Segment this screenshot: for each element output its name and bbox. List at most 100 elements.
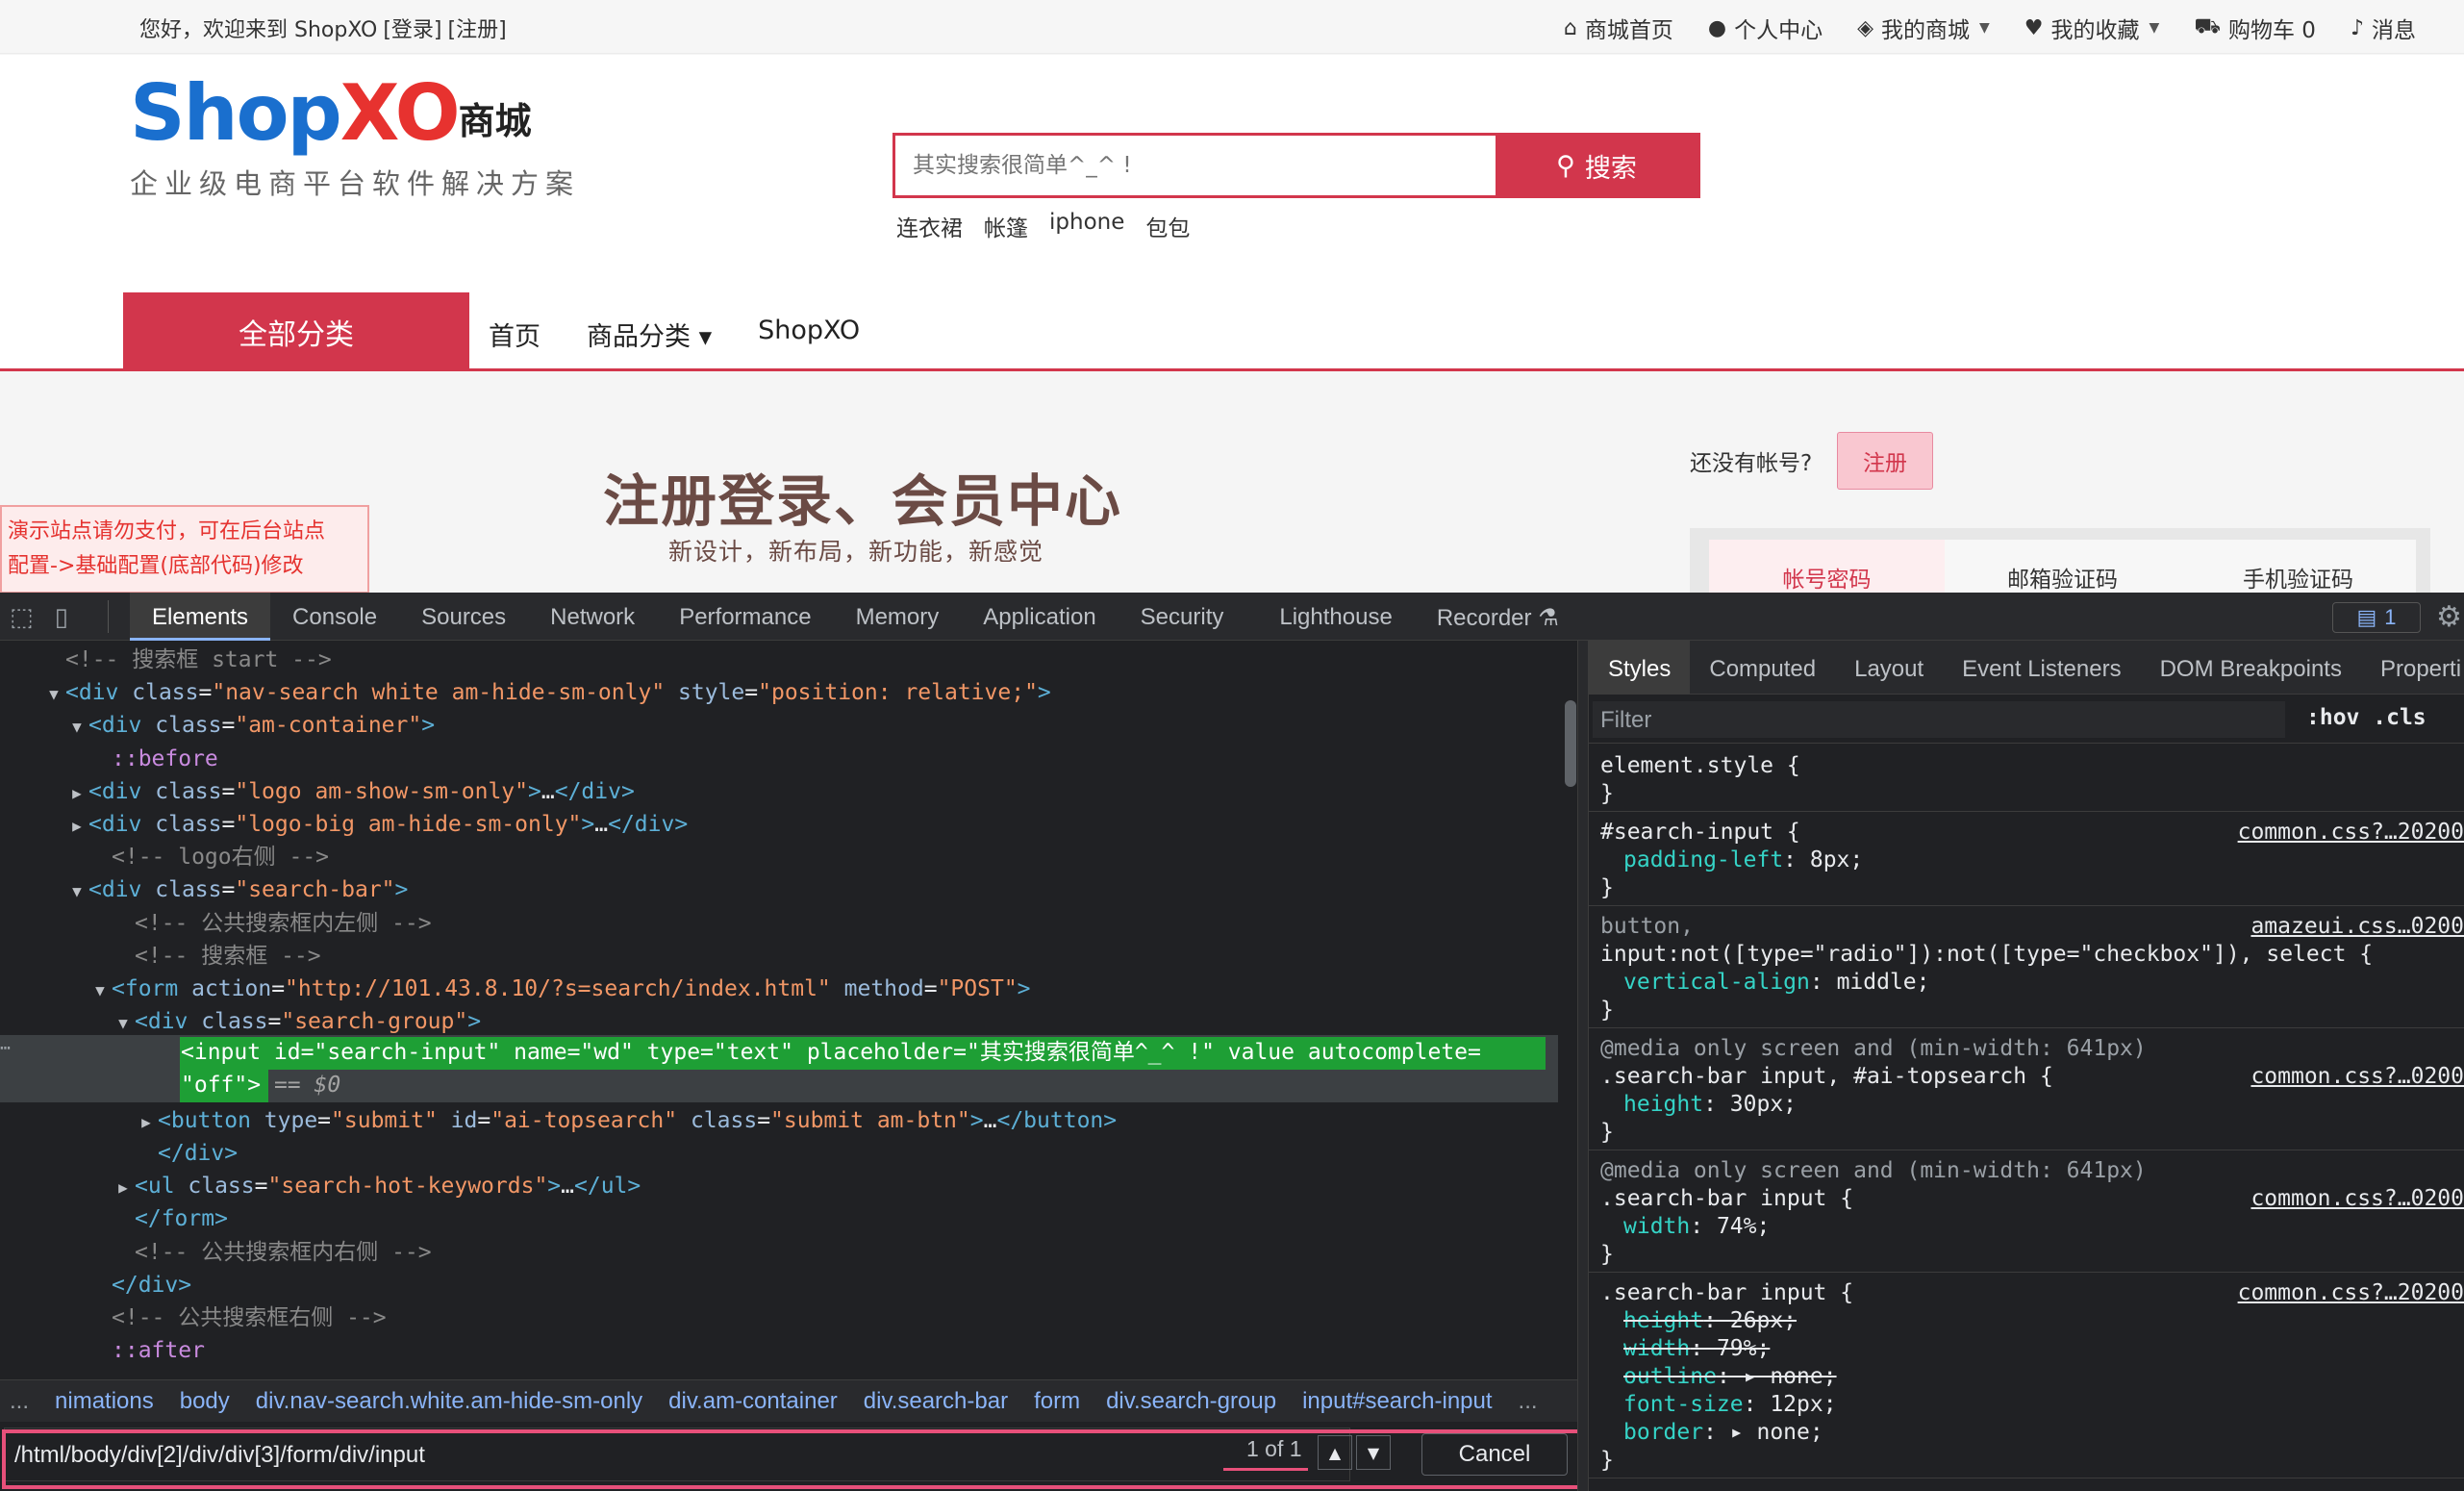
cls-toggle[interactable]: .cls [2373, 705, 2426, 730]
search-cancel-button[interactable]: Cancel [1421, 1433, 1568, 1476]
styles-tab[interactable]: Layout [1835, 641, 1943, 695]
top-nav-item[interactable]: ♥ 我的收藏 ▼ [2024, 12, 2160, 44]
devtools-tab-elements[interactable]: Elements [130, 593, 271, 641]
top-nav-item[interactable]: ⛟ 购物车 0 [2194, 12, 2316, 44]
expand-triangle-icon[interactable]: ▼ [88, 974, 112, 1007]
dom-node-line[interactable]: ▶ <div class="logo-big am-hide-sm-only">…… [0, 808, 1558, 841]
inspect-element-icon[interactable]: ⬚ [10, 603, 34, 632]
collapse-triangle-icon[interactable]: ▶ [135, 1106, 158, 1139]
dom-node-line[interactable]: <!-- 搜索框 start --> [0, 644, 1558, 676]
device-toolbar-icon[interactable]: ▯ [55, 603, 68, 632]
breadcrumb-item[interactable]: body [180, 1388, 230, 1415]
dom-node-line[interactable]: ▼ <div class="am-container"> [0, 709, 1558, 742]
devtools-tab-recorder[interactable]: Recorder ⚗ [1415, 593, 1581, 641]
login-tab[interactable]: 帐号密码 [1709, 540, 1945, 593]
breadcrumb-item[interactable]: div.search-bar [864, 1388, 1008, 1415]
styles-tab[interactable]: Computed [1690, 641, 1835, 695]
hot-keyword-link[interactable]: 帐篷 [984, 210, 1028, 242]
elements-dom-tree[interactable]: <!-- 搜索框 start --> ▼ <div class="nav-searc… [0, 642, 1563, 1417]
issues-badge[interactable]: ▤ 1 [2332, 602, 2421, 633]
rule-source-link[interactable]: common.css?…20200 [2238, 1279, 2464, 1307]
chevron-down-icon[interactable]: ▼ [1356, 1435, 1391, 1470]
rule-source-link[interactable]: amazeui.css…0200 [2250, 913, 2464, 941]
collapse-triangle-icon[interactable]: ▶ [65, 777, 88, 810]
styles-tab[interactable]: Styles [1589, 641, 1691, 695]
filter-input[interactable] [1593, 701, 2285, 738]
top-nav-item[interactable]: ● 个人中心 [1708, 12, 1823, 44]
hot-keyword-link[interactable]: 包包 [1145, 210, 1190, 242]
dom-node-line[interactable]: <!-- logo右侧 --> [0, 841, 1558, 873]
dom-node-line[interactable]: ▼ <div class="nav-search white am-hide-sm… [0, 676, 1558, 709]
styles-tab[interactable]: Event Listeners [1943, 641, 2140, 695]
login-tab[interactable]: 手机验证码 [2180, 540, 2416, 593]
search-input[interactable] [895, 136, 1496, 195]
shopxo-logo[interactable]: ShopXO商城 企业级电商平台软件解决方案 [130, 75, 573, 201]
panel-splitter[interactable] [1577, 641, 1589, 1491]
breadcrumb-item[interactable]: div.nav-search.white.am-hide-sm-only [256, 1388, 642, 1415]
css-declaration[interactable]: height: 26px; [1589, 1307, 2464, 1335]
css-rule[interactable]: common.css?…20200 .search-bar input {heig… [1589, 1276, 2464, 1478]
css-declaration[interactable]: vertical-align: middle; [1589, 969, 2464, 997]
breadcrumb-item[interactable]: form [1034, 1388, 1080, 1415]
register-button[interactable]: 注册 [1837, 432, 1933, 490]
register-link[interactable]: [注册] [447, 13, 506, 43]
hov-cls-toggles[interactable]: :hov .cls [2306, 705, 2426, 730]
rule-source-link[interactable]: common.css?…20200 [2238, 819, 2464, 847]
devtools-tab-network[interactable]: Network [528, 593, 657, 641]
dom-node-line[interactable]: ▼ <div class="search-bar"> [0, 873, 1558, 906]
dom-node-line[interactable]: </form> [0, 1202, 1558, 1235]
expand-triangle-icon[interactable]: ▼ [65, 875, 88, 908]
css-declaration[interactable]: outline: ▸ none; [1589, 1363, 2464, 1391]
rule-source-link[interactable]: common.css?…0200 [2250, 1185, 2464, 1213]
dom-node-line[interactable]: ::before [0, 743, 1558, 775]
dom-node-line[interactable]: </div> [0, 1269, 1558, 1301]
nav-link[interactable]: 首页 [489, 316, 541, 353]
dom-node-line[interactable]: <!-- 搜索框 --> [0, 940, 1558, 973]
hot-keyword-link[interactable]: 连衣裙 [896, 210, 963, 242]
settings-gear-icon[interactable]: ⚙ [2436, 600, 2462, 634]
hot-keyword-link[interactable]: iphone [1049, 210, 1124, 242]
styles-tab[interactable]: Properti [2361, 641, 2464, 695]
expand-triangle-icon[interactable]: ▼ [65, 711, 88, 744]
devtools-tab-security[interactable]: Security [1119, 593, 1246, 641]
top-nav-item[interactable]: ♪ 消息 [2351, 12, 2416, 44]
selected-input-node-cont[interactable]: "off"> == $0 [0, 1069, 1558, 1101]
node-more-dots[interactable]: ⋯ [0, 1032, 1558, 1065]
top-nav-item[interactable]: ⌂ 商城首页 [1564, 12, 1673, 44]
css-rule[interactable]: common.css?…0200 @media only screen and (… [1589, 1031, 2464, 1150]
dom-node-line[interactable]: ▼ <form action="http://101.43.8.10/?s=sea… [0, 973, 1558, 1005]
css-declaration[interactable]: height: 30px; [1589, 1091, 2464, 1119]
hov-toggle[interactable]: :hov [2306, 705, 2359, 730]
dom-node-line[interactable]: ::after [0, 1334, 1558, 1367]
dom-node-line[interactable]: <!-- 公共搜索框右侧 --> [0, 1301, 1558, 1334]
collapse-triangle-icon[interactable]: ▶ [112, 1172, 135, 1204]
styles-tab[interactable]: DOM Breakpoints [2141, 641, 2361, 695]
css-declaration[interactable]: width: 79%; [1589, 1335, 2464, 1363]
devtools-tab-sources[interactable]: Sources [399, 593, 528, 641]
rule-source-link[interactable]: common.css?…0200 [2250, 1063, 2464, 1091]
css-rule[interactable]: common.css?…0200 @media only screen and (… [1589, 1153, 2464, 1273]
breadcrumb-overflow[interactable]: ... [10, 1388, 29, 1415]
dom-node-line[interactable]: </div> [0, 1137, 1558, 1170]
devtools-tab-lighthouse[interactable]: Lighthouse [1257, 593, 1414, 641]
devtools-tab-performance[interactable]: Performance [657, 593, 833, 641]
dom-tree-scrollbar[interactable] [1565, 700, 1576, 787]
css-rule[interactable]: amazeui.css…0200 button, input:not([type="… [1589, 909, 2464, 1028]
dom-node-line[interactable]: <!-- 公共搜索框内左侧 --> [0, 907, 1558, 940]
breadcrumb-item[interactable]: div.am-container [668, 1388, 838, 1415]
chevron-up-icon[interactable]: ▲ [1318, 1435, 1352, 1470]
devtools-tab-memory[interactable]: Memory [834, 593, 962, 641]
all-categories-button[interactable]: 全部分类 [123, 292, 469, 371]
dom-node-line[interactable]: ▶ <div class="logo am-show-sm-only">…</di… [0, 775, 1558, 808]
breadcrumb-item[interactable]: div.search-group [1106, 1388, 1276, 1415]
devtools-tab-application[interactable]: Application [961, 593, 1118, 641]
dom-node-line[interactable]: ▶ <button type="submit" id="ai-topsearch"… [0, 1104, 1558, 1137]
search-button[interactable]: ⚲ 搜索 [1496, 136, 1697, 195]
css-rule[interactable]: common.css?…20200 #search-input {padding-… [1589, 815, 2464, 906]
breadcrumb-item[interactable]: input#search-input [1302, 1388, 1492, 1415]
login-tab[interactable]: 邮箱验证码 [1945, 540, 2180, 593]
nav-link[interactable]: ShopXO [758, 316, 860, 353]
breadcrumb-item[interactable]: nimations [55, 1388, 154, 1415]
css-declaration[interactable]: border: ▸ none; [1589, 1419, 2464, 1447]
dom-node-line[interactable]: <!-- 公共搜索框内右侧 --> [0, 1236, 1558, 1269]
